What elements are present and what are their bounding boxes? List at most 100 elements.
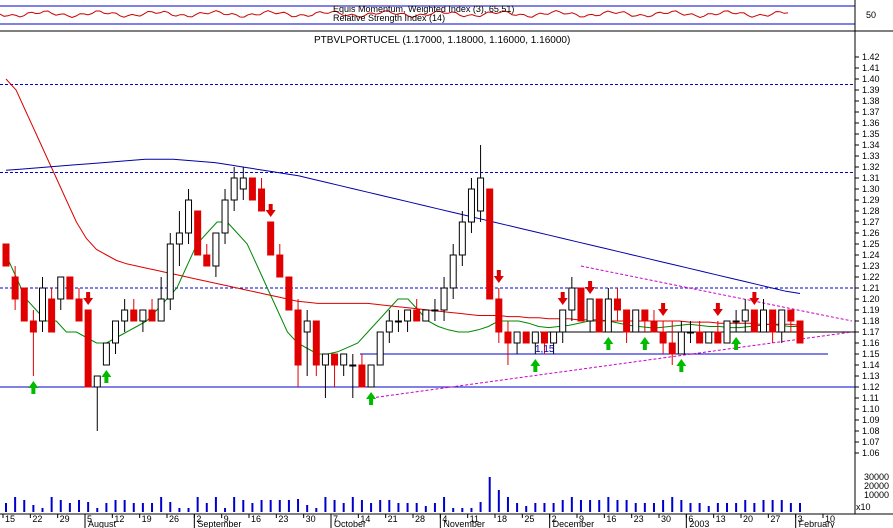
y-tick-label: 1.20	[862, 294, 880, 304]
y-tick-label: 1.07	[862, 437, 880, 447]
sell-arrow-icon	[658, 303, 669, 316]
buy-arrow-icon	[731, 337, 742, 350]
x-month-label: November	[443, 519, 485, 528]
candle-body	[787, 309, 795, 322]
candle-body	[121, 309, 129, 322]
candle-body	[495, 298, 503, 333]
x-day-label: 22	[32, 514, 42, 524]
candle-body	[769, 309, 777, 333]
y-tick-label: 1.40	[862, 74, 880, 84]
candle-body	[130, 309, 138, 322]
signals	[28, 204, 760, 405]
x-month-label: February	[799, 519, 836, 528]
candle-body	[248, 177, 256, 201]
sell-arrow-icon	[265, 204, 276, 217]
candle-body	[349, 364, 357, 367]
x-month-label: October	[334, 519, 366, 528]
candle-body	[422, 309, 430, 322]
buy-arrow-icon	[603, 337, 614, 350]
candle-body	[175, 232, 183, 245]
candle-body	[486, 188, 494, 300]
candle-body	[148, 309, 156, 322]
x-month-label: September	[197, 519, 241, 528]
sell-arrow-icon	[493, 270, 504, 283]
y-tick-label: 1.17	[862, 327, 880, 337]
x-day-label: 28	[415, 514, 425, 524]
candle-body	[221, 199, 229, 234]
candle-body	[568, 287, 576, 311]
candle-body	[385, 320, 393, 333]
candle-body	[157, 298, 165, 322]
candle-body	[2, 243, 10, 267]
x-day-label: 27	[770, 514, 780, 524]
sell-arrow-icon	[749, 292, 760, 305]
buy-arrow-icon	[28, 381, 39, 394]
volume-unit-label: x10	[856, 502, 871, 512]
candle-body	[513, 331, 521, 344]
candle-body	[29, 320, 37, 333]
candle-body	[696, 331, 704, 344]
candle-body	[668, 342, 676, 355]
candle-body	[48, 298, 56, 333]
candle-body	[376, 331, 384, 366]
candle-body	[586, 298, 594, 322]
candle-body	[677, 331, 685, 355]
y-axis: 1.061.071.081.091.101.111.121.131.141.15…	[855, 52, 880, 458]
candle-body	[75, 298, 83, 322]
y-tick-label: 1.41	[862, 63, 880, 73]
candle-body	[686, 331, 694, 334]
y-tick-label: 1.25	[862, 239, 880, 249]
buy-arrow-icon	[530, 359, 541, 372]
candle-body	[550, 331, 558, 344]
y-tick-label: 1.30	[862, 184, 880, 194]
y-tick-label: 1.31	[862, 173, 880, 183]
candle-body	[39, 287, 47, 322]
candle-body	[20, 287, 28, 322]
candle-body	[112, 320, 120, 344]
candle-body	[467, 188, 475, 223]
y-tick-label: 1.27	[862, 217, 880, 227]
candle-body	[212, 232, 220, 267]
candle-body	[11, 276, 19, 300]
volume-axis: 300002000010000x10	[856, 472, 889, 512]
x-day-label: 23	[634, 514, 644, 524]
candle-body	[778, 309, 786, 333]
y-tick-label: 1.21	[862, 283, 880, 293]
candle-body	[230, 177, 238, 201]
y-tick-label: 1.24	[862, 250, 880, 260]
candle-body	[650, 320, 658, 333]
candle-body	[458, 221, 466, 256]
candle-body	[239, 177, 247, 190]
candle-body	[705, 331, 713, 344]
chart-title: PTBVLPORTUCEL (1.17000, 1.18000, 1.16000…	[314, 35, 570, 46]
y-tick-label: 1.06	[862, 448, 880, 458]
buy-arrow-icon	[101, 370, 112, 383]
candle-body	[522, 331, 530, 344]
x-day-label: 13	[716, 514, 726, 524]
x-day-label: 20	[743, 514, 753, 524]
x-day-label: 30	[661, 514, 671, 524]
candle-body	[413, 309, 421, 322]
y-tick-label: 1.13	[862, 371, 880, 381]
x-day-label: 19	[142, 514, 152, 524]
x-month-label: August	[88, 519, 117, 528]
y-tick-label: 1.12	[862, 382, 880, 392]
candle-body	[166, 243, 174, 300]
y-tick-label: 1.42	[862, 52, 880, 62]
candle-body	[504, 331, 512, 344]
y-tick-label: 1.16	[862, 338, 880, 348]
y-tick-label: 1.15	[862, 349, 880, 359]
candle-body	[194, 210, 202, 256]
y-tick-label: 1.09	[862, 415, 880, 425]
y-tick-label: 1.39	[862, 85, 880, 95]
candle-body	[93, 375, 101, 388]
x-day-label: 21	[388, 514, 398, 524]
candle-body	[540, 331, 548, 344]
y-tick-label: 1.10	[862, 404, 880, 414]
candle-body	[750, 309, 758, 333]
y-tick-label: 1.36	[862, 118, 880, 128]
candle-body	[185, 199, 193, 234]
candle-body	[632, 309, 640, 333]
buy-arrow-icon	[639, 337, 650, 350]
indicator-panel: Equis Momentum, Weighted Index (3), 65.5…	[0, 4, 893, 32]
